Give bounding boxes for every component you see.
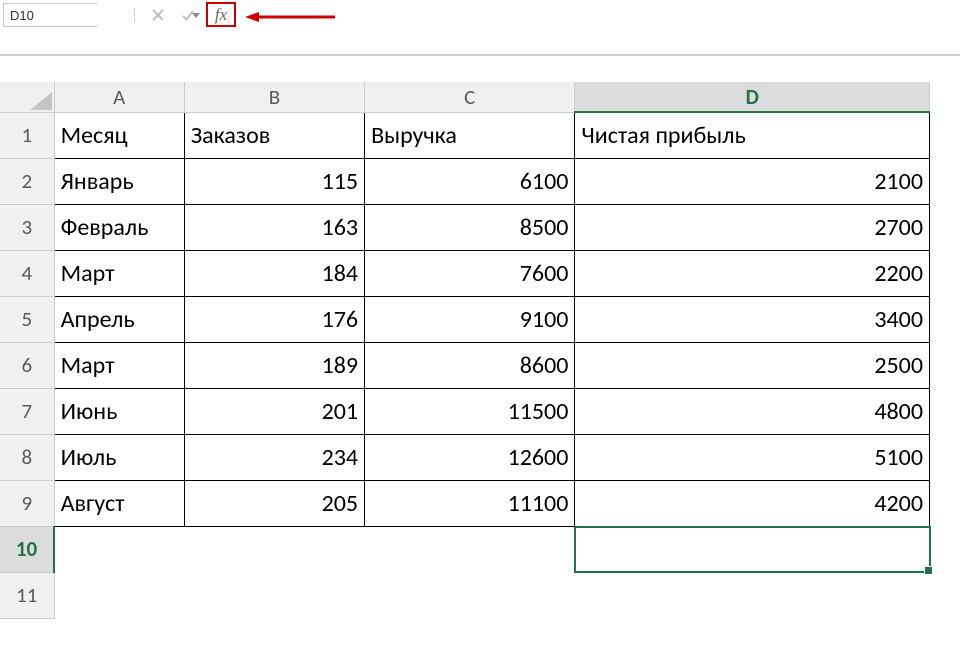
cell[interactable]: 4800 — [575, 388, 930, 434]
table-row: 2 Январь 115 6100 2100 — [0, 158, 930, 204]
table-row: 5 Апрель 176 9100 3400 — [0, 296, 930, 342]
cell[interactable]: Июнь — [54, 388, 184, 434]
table-row: 1 Месяц Заказов Выручка Чистая прибыль — [0, 112, 930, 158]
name-box[interactable] — [3, 3, 97, 27]
cell[interactable]: 115 — [184, 158, 364, 204]
cell[interactable]: 3400 — [575, 296, 930, 342]
column-header-b[interactable]: B — [184, 82, 364, 112]
row-header[interactable]: 1 — [0, 112, 54, 158]
cell-a1[interactable]: Месяц — [54, 112, 184, 158]
table-row: 9 Август 205 11100 4200 — [0, 480, 930, 526]
cell[interactable]: 8500 — [365, 204, 575, 250]
cell[interactable]: 9100 — [365, 296, 575, 342]
cell[interactable]: 201 — [184, 388, 364, 434]
cell[interactable]: 7600 — [365, 250, 575, 296]
row-header[interactable]: 3 — [0, 204, 54, 250]
row-header[interactable]: 6 — [0, 342, 54, 388]
table-row: 10 — [0, 526, 930, 572]
cell[interactable]: 2100 — [575, 158, 930, 204]
cell[interactable]: Март — [54, 342, 184, 388]
table-row: 7 Июнь 201 11500 4800 — [0, 388, 930, 434]
cell[interactable]: 2500 — [575, 342, 930, 388]
cell[interactable] — [184, 526, 364, 572]
cell-b1[interactable]: Заказов — [184, 112, 364, 158]
cell[interactable]: 2700 — [575, 204, 930, 250]
column-header-d[interactable]: D — [575, 82, 930, 112]
cell[interactable]: 2200 — [575, 250, 930, 296]
cell[interactable]: 184 — [184, 250, 364, 296]
row-header[interactable]: 9 — [0, 480, 54, 526]
cell[interactable]: 4200 — [575, 480, 930, 526]
cell[interactable]: 6100 — [365, 158, 575, 204]
cell[interactable] — [184, 572, 364, 618]
row-header[interactable]: 2 — [0, 158, 54, 204]
cell[interactable]: 163 — [184, 204, 364, 250]
table-row: 8 Июль 234 12600 5100 — [0, 434, 930, 480]
row-header[interactable]: 11 — [0, 572, 54, 618]
column-header-a[interactable]: A — [54, 82, 184, 112]
row-header[interactable]: 7 — [0, 388, 54, 434]
cell[interactable]: Март — [54, 250, 184, 296]
row-header[interactable]: 5 — [0, 296, 54, 342]
cell-c1[interactable]: Выручка — [365, 112, 575, 158]
spreadsheet-grid[interactable]: A B C D 1 Месяц Заказов Выручка Чистая п… — [0, 82, 930, 619]
cell[interactable]: 8600 — [365, 342, 575, 388]
cell[interactable]: 189 — [184, 342, 364, 388]
cell[interactable] — [365, 572, 575, 618]
select-all-corner[interactable] — [0, 82, 54, 112]
cell[interactable]: 205 — [184, 480, 364, 526]
formula-input[interactable] — [250, 3, 954, 27]
cell-d10[interactable] — [575, 526, 930, 572]
formula-bar: fx — [0, 0, 960, 56]
cell[interactable] — [54, 526, 184, 572]
function-icon: fx — [215, 6, 227, 23]
cell[interactable]: 234 — [184, 434, 364, 480]
row-header[interactable]: 4 — [0, 250, 54, 296]
active-cell-outline — [574, 526, 931, 574]
row-header[interactable]: 10 — [0, 526, 54, 572]
cell[interactable]: Июль — [54, 434, 184, 480]
enter-icon — [176, 3, 200, 27]
cell[interactable]: 11500 — [365, 388, 575, 434]
cell[interactable]: 11100 — [365, 480, 575, 526]
cell[interactable]: Апрель — [54, 296, 184, 342]
cell[interactable] — [575, 572, 930, 618]
cell[interactable]: 12600 — [365, 434, 575, 480]
row-header[interactable]: 8 — [0, 434, 54, 480]
cell[interactable]: Август — [54, 480, 184, 526]
table-row: 11 — [0, 572, 930, 618]
separator — [134, 8, 136, 22]
table-row: 4 Март 184 7600 2200 — [0, 250, 930, 296]
cell[interactable]: 176 — [184, 296, 364, 342]
cell[interactable] — [54, 572, 184, 618]
table-row: 3 Февраль 163 8500 2700 — [0, 204, 930, 250]
cell[interactable]: Февраль — [54, 204, 184, 250]
insert-function-button[interactable]: fx — [206, 2, 236, 27]
cancel-icon — [146, 3, 170, 27]
column-header-c[interactable]: C — [365, 82, 575, 112]
table-row: 6 Март 189 8600 2500 — [0, 342, 930, 388]
cell-d1[interactable]: Чистая прибыль — [575, 112, 930, 158]
column-header-row: A B C D — [0, 82, 930, 112]
cell[interactable]: Январь — [54, 158, 184, 204]
cell[interactable]: 5100 — [575, 434, 930, 480]
cell[interactable] — [365, 526, 575, 572]
